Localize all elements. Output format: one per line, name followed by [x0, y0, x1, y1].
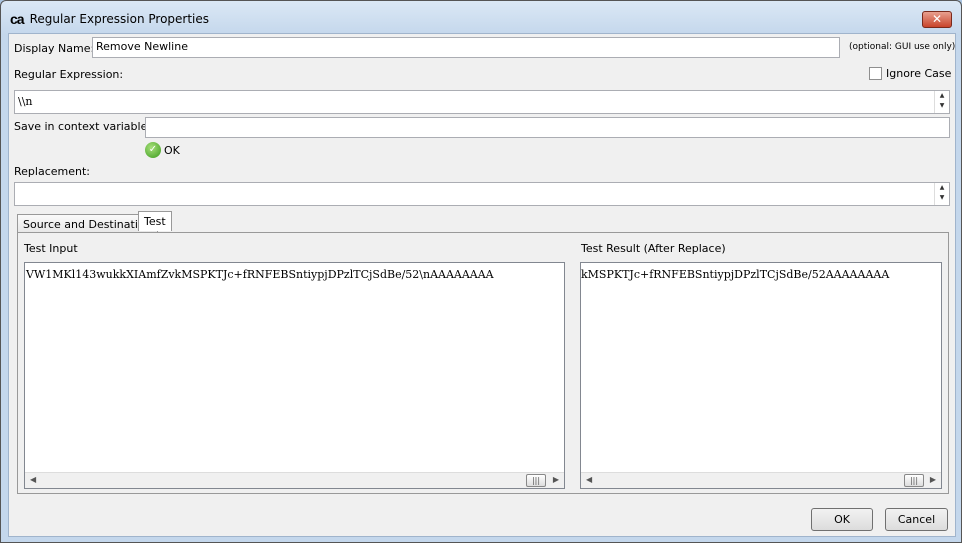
regex-value: \\n	[18, 95, 33, 108]
test-result-textarea[interactable]: kMSPKTJc+fRNFEBSntiypjDPzlTCjSdBe/52AAAA…	[580, 262, 942, 489]
regex-scroll-arrows[interactable]: ▲ ▼	[934, 91, 949, 113]
display-name-hint: (optional: GUI use only)	[849, 42, 956, 52]
display-name-input[interactable]: Remove Newline	[92, 37, 840, 58]
title-bar: ca Regular Expression Properties	[10, 11, 209, 27]
test-input-label: Test Input	[24, 242, 78, 255]
dialog-body: Display Name: Remove Newline (optional: …	[8, 33, 956, 537]
context-variable-label: Save in context variable:	[14, 120, 152, 133]
test-input-value: VW1MKl143wukkXIAmfZvkMSPKTJc+fRNFEBSntiy…	[26, 268, 494, 281]
context-variable-input[interactable]	[145, 117, 950, 138]
ignore-case-checkbox[interactable]: Ignore Case	[869, 67, 951, 80]
test-input-hscrollbar[interactable]: ◀ ||| ▶	[25, 472, 564, 488]
scroll-left-icon[interactable]: ◀	[586, 475, 592, 484]
checkbox-icon[interactable]	[869, 67, 882, 80]
scroll-right-icon[interactable]: ▶	[553, 475, 559, 484]
scroll-right-icon[interactable]: ▶	[930, 475, 936, 484]
validation-status-text: OK	[164, 143, 180, 157]
test-input-textarea[interactable]: VW1MKl143wukkXIAmfZvkMSPKTJc+fRNFEBSntiy…	[24, 262, 565, 489]
validation-status: ✓ OK	[145, 142, 180, 158]
scroll-left-icon[interactable]: ◀	[30, 475, 36, 484]
test-result-hscrollbar[interactable]: ◀ ||| ▶	[581, 472, 941, 488]
replacement-label: Replacement:	[14, 165, 90, 178]
display-name-label: Display Name:	[14, 42, 95, 55]
scrollbar-thumb[interactable]: |||	[526, 474, 546, 487]
cancel-button[interactable]: Cancel	[885, 508, 948, 531]
regex-input[interactable]: \\n ▲ ▼	[14, 90, 950, 114]
dialog-window: ca Regular Expression Properties ✕ Displ…	[0, 0, 962, 543]
check-icon: ✓	[145, 142, 161, 158]
app-logo-icon: ca	[10, 11, 25, 27]
replacement-scroll-arrows[interactable]: ▲ ▼	[934, 183, 949, 205]
tab-source-destination[interactable]: Source and Destination	[17, 214, 158, 233]
test-panel: Test Input VW1MKl143wukkXIAmfZvkMSPKTJc+…	[17, 232, 949, 494]
regex-label: Regular Expression:	[14, 68, 124, 81]
tab-test[interactable]: Test	[138, 211, 172, 231]
test-result-label: Test Result (After Replace)	[581, 242, 726, 255]
ignore-case-label: Ignore Case	[886, 67, 952, 80]
ok-button[interactable]: OK	[811, 508, 873, 531]
test-result-value: kMSPKTJc+fRNFEBSntiypjDPzlTCjSdBe/52AAAA…	[581, 268, 890, 281]
replacement-input[interactable]: ▲ ▼	[14, 182, 950, 206]
close-button[interactable]: ✕	[922, 11, 952, 28]
scrollbar-thumb[interactable]: |||	[904, 474, 924, 487]
window-title: Regular Expression Properties	[29, 12, 210, 26]
